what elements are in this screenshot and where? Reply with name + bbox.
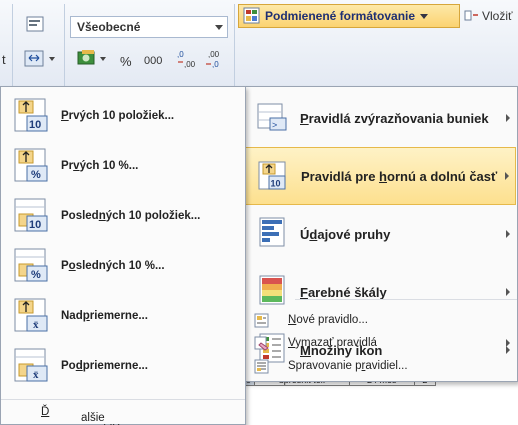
top-bottom-rules-icon: 10 [258,161,286,190]
wrap-text-icon[interactable] [26,16,46,34]
bottom-10-items-icon: 10 [14,198,48,232]
increase-decimal-icon[interactable]: ,0 ,00 [176,48,198,70]
insert-cells-icon [464,10,478,21]
submenu-item-label: Prvých 10 %... [61,160,139,172]
chevron-down-icon [215,25,223,30]
menu-item-label: Vymazať pravidlá [288,337,377,349]
menu-item-top-bottom-rules[interactable]: 10 Pravidlá pre hornú a dolnú časť [244,147,516,205]
menu-item-label: Pravidlá zvýrazňovania buniek [300,110,489,126]
conditional-formatting-label: Podmienené formátovanie [265,9,416,23]
top-bottom-rules-submenu: 10 Prvých 10 položiek... % Prvých 10 %..… [0,86,246,425]
new-rule-icon [254,313,269,328]
chevron-right-icon [506,339,510,347]
color-scales-icon [259,275,285,305]
conditional-formatting-icon [243,7,260,24]
percent-style-button[interactable]: % [120,54,132,69]
data-bars-icon [259,217,285,247]
ribbon-edge-letter: t [2,52,6,67]
menu-item-label: Údajové pruhy [300,226,391,242]
menu-item-manage-rules[interactable]: Spravovanie pravidiel... [244,355,516,377]
submenu-item-label: Prvých 10 položiek... [61,110,175,122]
above-average-icon: x̄ [14,298,48,332]
submenu-item-below-average[interactable]: x̄ Podpriemerne... [7,341,243,391]
submenu-item-label: Nadpriemerne... [61,310,148,322]
submenu-item-label: Posledných 10 %... [61,260,165,272]
menu-divider [295,299,517,300]
currency-format-icon[interactable] [76,48,108,70]
submenu-item-label: Posledných 10 položiek... [61,210,201,222]
number-format-select[interactable]: Všeobecné [70,16,228,38]
conditional-formatting-button[interactable]: Podmienené formátovanie [238,4,460,28]
submenu-item-more-rules[interactable]: Ďalšie pravidlá... [1,399,245,425]
ribbon-separator [64,4,65,88]
manage-rules-icon [254,359,269,374]
submenu-item-bottom-10-percent[interactable]: % Posledných 10 %... [7,241,243,291]
ribbon-separator [12,4,13,88]
svg-text:x̄: x̄ [33,369,39,381]
clear-rules-icon [254,336,269,351]
svg-text:10: 10 [271,179,281,189]
chevron-right-icon [506,230,510,238]
svg-text:,0: ,0 [212,60,219,69]
below-average-icon: x̄ [14,348,48,382]
svg-text:,0: ,0 [177,50,184,59]
insert-label: Vložiť [482,9,513,23]
menu-item-highlight-cells-rules[interactable]: > Pravidlá zvýrazňovania buniek [244,89,516,147]
decrease-decimal-icon[interactable]: ,00 ,0 [204,48,226,70]
menu-item-clear-rules[interactable]: Vymazať pravidlá [244,332,516,354]
submenu-item-bottom-10-items[interactable]: 10 Posledných 10 položiek... [7,191,243,241]
menu-item-label: Spravovanie pravidiel... [288,360,408,372]
submenu-item-above-average[interactable]: x̄ Nadpriemerne... [7,291,243,341]
comma-style-button[interactable]: 000 [144,55,162,67]
chevron-down-icon [420,13,429,19]
svg-text:,00: ,00 [208,50,220,59]
svg-text:%: % [31,269,41,281]
menu-item-label: Nové pravidlo... [288,314,368,326]
submenu-item-top-10-percent[interactable]: % Prvých 10 %... [7,141,243,191]
menu-item-label: Pravidlá pre hornú a dolnú časť [301,168,498,184]
svg-text:x̄: x̄ [33,319,39,331]
ribbon-separator [234,4,235,88]
top-10-percent-icon: % [14,148,48,182]
svg-text:10: 10 [29,219,41,231]
chevron-right-icon [506,114,510,122]
menu-item-label: Farebné škály [300,284,387,300]
merge-center-icon[interactable] [24,50,58,68]
svg-text:>: > [272,120,277,130]
top-10-items-icon: 10 [14,98,48,132]
ribbon: t Všeobecné % 000 ,0 ,00 ,00 ,0 Podmiene… [0,0,518,90]
svg-text:%: % [31,169,41,181]
insert-cells-button[interactable]: Vložiť [464,9,513,23]
chevron-right-icon [505,172,509,180]
svg-text:10: 10 [29,119,41,131]
number-format-value: Všeobecné [77,20,141,34]
menu-item-data-bars[interactable]: Údajové pruhy [244,205,516,263]
submenu-item-label: Ďalšie pravidlá... [41,406,131,425]
submenu-item-top-10-items[interactable]: 10 Prvých 10 položiek... [7,91,243,141]
chevron-right-icon [506,288,510,296]
submenu-item-label: Podpriemerne... [61,360,148,372]
conditional-formatting-menu: > Pravidlá zvýrazňovania buniek 10 Pravi… [242,86,518,382]
menu-item-new-rule[interactable]: Nové pravidlo... [244,309,516,331]
highlight-cells-rules-icon: > [257,103,287,131]
svg-text:,00: ,00 [184,60,196,69]
bottom-10-percent-icon: % [14,248,48,282]
